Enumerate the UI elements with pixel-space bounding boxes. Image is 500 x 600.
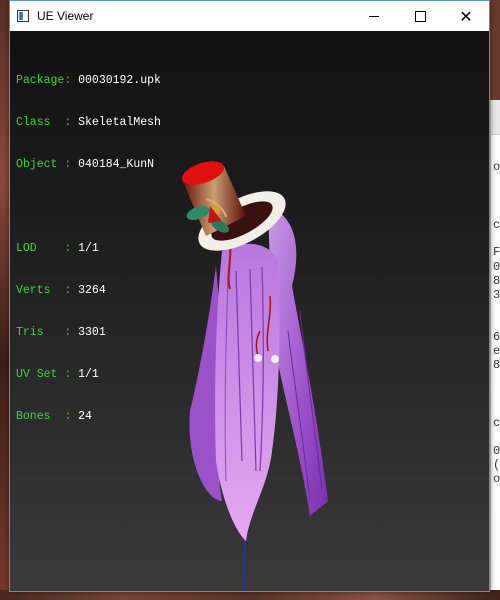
background-char: 0: [493, 260, 500, 274]
background-char: 8: [493, 274, 500, 288]
background-window: o c F 0 8 3 6 e 8 c 0 ( o: [490, 100, 500, 600]
background-char: (: [493, 458, 500, 472]
background-char: 0: [493, 444, 500, 458]
ue-viewer-window: UE Viewer ✕ Package: 00030192.upk Class …: [9, 0, 490, 592]
skeletal-mesh-render: [181, 161, 328, 591]
background-window-toolbar: [491, 100, 500, 135]
background-char: o: [493, 160, 500, 174]
maximize-button[interactable]: [397, 1, 443, 31]
background-char: 8: [493, 358, 500, 372]
minimize-button[interactable]: [351, 1, 397, 31]
background-char: 6: [493, 330, 500, 344]
hair-mesh: [189, 206, 328, 541]
maximize-icon: [414, 10, 426, 22]
background-char: 3: [493, 288, 500, 302]
window-title: UE Viewer: [37, 9, 94, 23]
close-button[interactable]: ✕: [443, 1, 489, 31]
background-char: e: [493, 344, 500, 358]
title-bar[interactable]: UE Viewer ✕: [10, 1, 489, 31]
app-window-icon[interactable]: [17, 10, 29, 22]
close-icon: ✕: [459, 6, 473, 26]
3d-viewport[interactable]: Package: 00030192.upk Class : SkeletalMe…: [10, 31, 489, 591]
background-char: c: [493, 416, 500, 430]
background-char: c: [493, 218, 500, 232]
minimize-icon: [369, 15, 379, 17]
background-char: F: [493, 245, 500, 259]
background-char: o: [493, 472, 500, 486]
